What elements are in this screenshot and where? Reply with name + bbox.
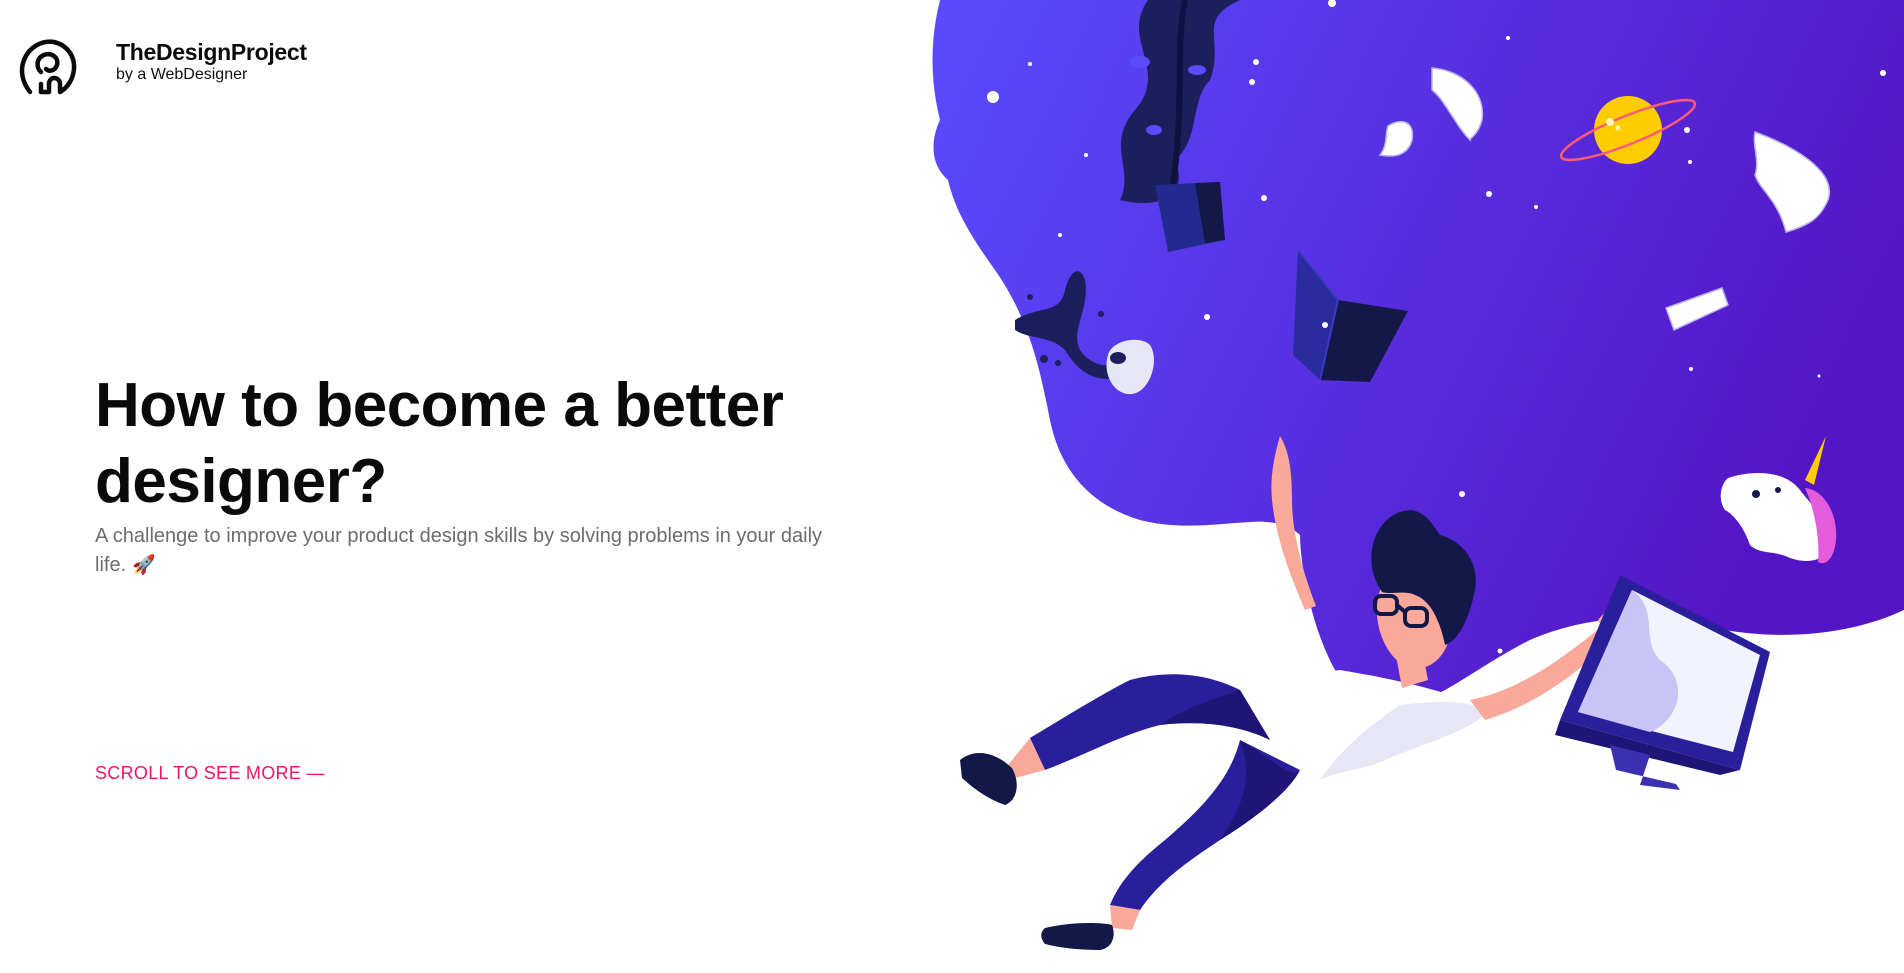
- flying-papers: [1378, 67, 1831, 332]
- scroll-to-see-more-link[interactable]: SCROLL TO SEE MORE —: [95, 763, 325, 784]
- brand-tagline: by a WebDesigner: [116, 66, 248, 83]
- floating-unicorn: [1720, 436, 1837, 564]
- rocket-icon: 🚀: [132, 555, 156, 576]
- brand-text: TheDesignProject by a WebDesigner: [116, 38, 307, 84]
- hero-title: How to become a better designer?: [95, 371, 784, 516]
- elephant-head-logo-icon: [19, 39, 77, 95]
- hero-subtitle: A challenge to improve your product desi…: [95, 522, 840, 580]
- landing-page: TheDesignProject by a WebDesigner How to…: [0, 0, 1904, 973]
- hero-subtitle-text: A challenge to improve your product desi…: [95, 525, 823, 576]
- computer-monitor: [1555, 575, 1770, 790]
- stars: [987, 0, 1886, 654]
- floating-plant: [1120, 0, 1240, 252]
- floating-book: [1293, 249, 1408, 382]
- planet: [1559, 96, 1697, 164]
- space-background: [932, 0, 1904, 708]
- brand-name[interactable]: TheDesignProject: [116, 38, 307, 66]
- falling-designer-character: [960, 436, 1634, 950]
- brand[interactable]: TheDesignProject by a WebDesigner: [18, 36, 307, 98]
- spilled-coffee-mug: [1015, 271, 1154, 395]
- hero-section: How to become a better designer? A chall…: [95, 368, 855, 580]
